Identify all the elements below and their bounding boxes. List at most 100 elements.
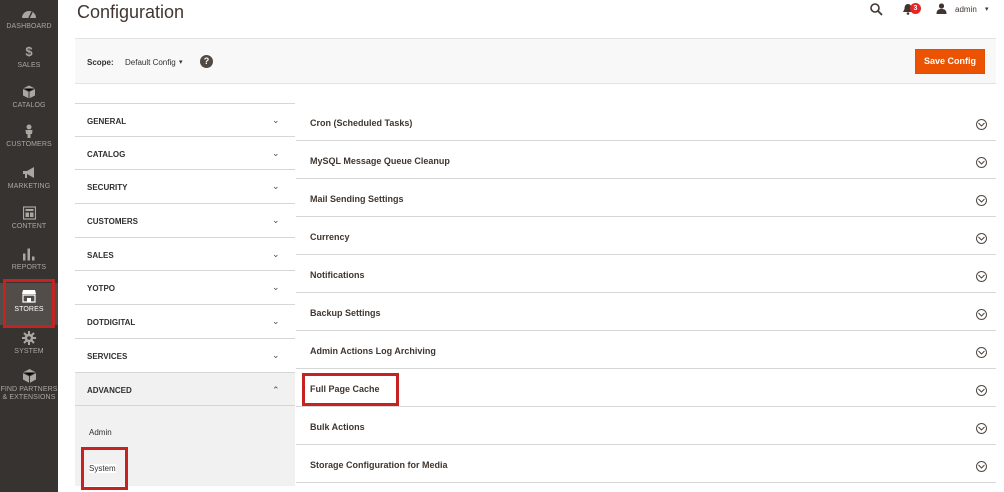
nav-marketing[interactable]: MARKETING [0,166,58,191]
expand-circle-icon[interactable] [976,423,987,434]
scope-switcher[interactable]: Default Config [125,58,176,67]
tab-label: SECURITY [87,183,128,193]
expand-circle-icon[interactable] [976,385,987,396]
nav-label: FIND PARTNERS & EXTENSIONS [0,386,58,401]
nav-label: CATALOG [12,102,46,109]
section-title: Admin Actions Log Archiving [310,346,436,356]
expand-circle-icon[interactable] [976,271,987,282]
help-icon[interactable]: ? [200,55,213,68]
section-full-page-cache[interactable]: Full Page Cache [296,369,996,407]
admin-user-menu[interactable]: admin [955,5,977,14]
section-title: Notifications [310,270,365,280]
tab-services[interactable]: SERVICES ⌄ [75,338,295,373]
expand-circle-icon[interactable] [976,119,987,130]
user-icon[interactable] [936,3,947,14]
chevron-down-icon: ⌄ [272,282,280,293]
tab-security[interactable]: SECURITY ⌄ [75,170,295,205]
tab-item-admin[interactable]: Admin [89,428,112,437]
expand-circle-icon[interactable] [976,461,987,472]
nav-partners[interactable]: FIND PARTNERS & EXTENSIONS [0,369,58,402]
nav-sales[interactable]: $ SALES [0,45,58,70]
nav-label: MARKETING [7,183,51,190]
tab-label: ADVANCED [87,385,132,395]
section-currency[interactable]: Currency [296,217,996,255]
box-icon [23,85,35,99]
chevron-down-icon: ⌄ [272,349,280,360]
expand-circle-icon[interactable] [976,233,987,244]
config-sections: Cron (Scheduled Tasks) MySQL Message Que… [296,103,996,483]
save-config-button[interactable]: Save Config [915,49,985,74]
nav-label: DASHBOARD [6,23,52,30]
section-title: Storage Configuration for Media [310,460,448,470]
layout-icon [22,206,36,220]
section-title: Currency [310,232,350,242]
nav-content[interactable]: CONTENT [0,206,58,231]
tab-label: YOTPO [87,284,116,294]
person-icon [25,124,33,138]
tab-advanced[interactable]: ADVANCED ⌃ [75,372,295,407]
admin-nav: DASHBOARD $ SALES CATALOG CUSTOMERS MARK… [0,0,58,492]
section-backup[interactable]: Backup Settings [296,293,996,331]
tab-label: DOTDIGITAL [87,318,136,328]
section-title: Bulk Actions [310,422,365,432]
config-tabs: GENERAL ⌄ CATALOG ⌄ SECURITY ⌄ CUSTOMERS… [75,103,295,487]
expand-circle-icon[interactable] [976,309,987,320]
highlight-box-system [81,447,128,490]
dollar-icon: $ [25,44,33,59]
section-admin-actions-log[interactable]: Admin Actions Log Archiving [296,331,996,369]
scope-bar: Scope: Default Config ▾ ? Save Config [75,38,996,84]
tab-yotpo[interactable]: YOTPO ⌄ [75,271,295,306]
nav-catalog[interactable]: CATALOG [0,85,58,110]
bar-chart-icon [23,248,35,261]
tab-dotdigital[interactable]: DOTDIGITAL ⌄ [75,305,295,339]
chevron-down-icon: ⌄ [272,115,280,125]
chevron-up-icon: ⌃ [272,384,280,395]
expand-circle-icon[interactable] [976,347,987,358]
chevron-down-icon: ⌄ [272,181,280,192]
nav-dashboard[interactable]: DASHBOARD [0,6,58,31]
section-mysql-queue[interactable]: MySQL Message Queue Cleanup [296,141,996,179]
nav-reports[interactable]: REPORTS [0,247,58,272]
page-title: Configuration [77,2,185,22]
tab-label: CATALOG [87,149,126,159]
expand-circle-icon[interactable] [976,157,987,168]
highlight-box-full-page-cache [302,373,399,406]
section-bulk-actions[interactable]: Bulk Actions [296,407,996,445]
section-title: Mail Sending Settings [310,194,404,204]
megaphone-icon [23,167,34,178]
section-notifications[interactable]: Notifications [296,255,996,293]
section-title: Cron (Scheduled Tasks) [310,118,413,128]
section-mail-sending[interactable]: Mail Sending Settings [296,179,996,217]
dashboard-icon [22,11,36,19]
nav-label: REPORTS [11,264,47,271]
chevron-down-icon: ⌄ [272,215,280,226]
nav-customers[interactable]: CUSTOMERS [0,124,58,149]
tab-label: SERVICES [87,351,128,361]
chevron-down-icon: ⌄ [272,248,280,259]
scope-label: Scope: [87,58,114,67]
tab-label: GENERAL [87,117,127,126]
chevron-down-icon: ⌄ [272,316,280,327]
section-title: MySQL Message Queue Cleanup [310,156,450,166]
nav-label: SYSTEM [14,348,44,355]
tab-sales[interactable]: SALES ⌄ [75,237,295,272]
search-icon[interactable] [870,3,883,16]
tab-general[interactable]: GENERAL ⌄ [75,103,295,137]
section-storage-media[interactable]: Storage Configuration for Media [296,445,996,483]
gear-icon [22,331,36,345]
chevron-down-icon[interactable]: ▾ [179,58,183,66]
section-title: Backup Settings [310,308,381,318]
tab-customers[interactable]: CUSTOMERS ⌄ [75,204,295,238]
nav-label: CUSTOMERS [6,141,52,148]
expand-circle-icon[interactable] [976,195,987,206]
section-cron[interactable]: Cron (Scheduled Tasks) [296,103,996,141]
nav-system[interactable]: SYSTEM [0,331,58,356]
cube-icon [22,369,36,383]
tab-catalog[interactable]: CATALOG ⌄ [75,136,295,171]
tab-label: CUSTOMERS [87,217,138,227]
chevron-down-icon[interactable]: ▾ [985,5,989,13]
notification-count-badge[interactable]: 3 [910,3,921,14]
chevron-down-icon: ⌄ [272,147,280,158]
tab-label: SALES [87,250,114,260]
highlight-box-stores [3,279,55,328]
